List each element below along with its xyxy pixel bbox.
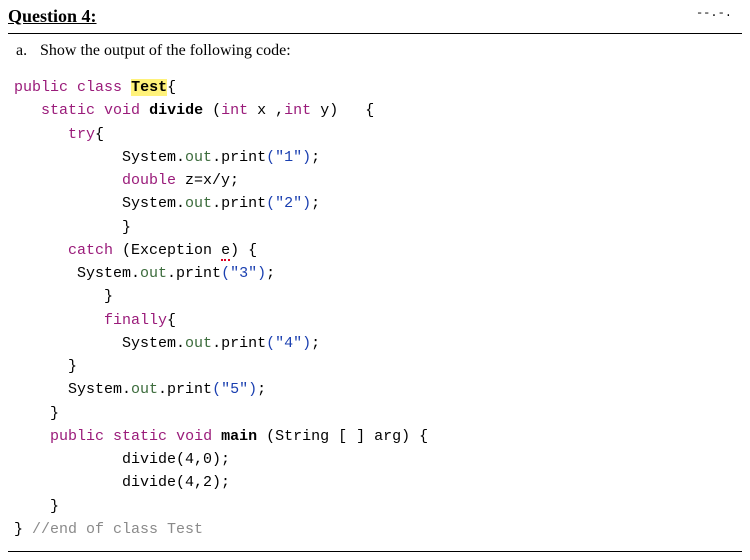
- kw-public: public: [14, 79, 68, 96]
- str-4: ("4"): [266, 335, 311, 352]
- system: System.: [122, 195, 185, 212]
- kw-class: class: [77, 79, 122, 96]
- out: out: [140, 265, 167, 282]
- class-name: Test: [131, 79, 167, 96]
- system: System.: [77, 265, 140, 282]
- brace: }: [50, 498, 59, 515]
- kw-double: double: [122, 172, 176, 189]
- out: out: [185, 335, 212, 352]
- brace: {: [167, 312, 176, 329]
- brace: {: [167, 79, 176, 96]
- close-paren: ): [329, 102, 365, 119]
- paren: (: [203, 102, 221, 119]
- print: .print: [212, 195, 266, 212]
- exc-open: (Exception: [122, 242, 221, 259]
- out: out: [185, 149, 212, 166]
- brace: }: [122, 219, 131, 236]
- stray-mark: --.-.: [696, 6, 732, 20]
- system: System.: [68, 381, 131, 398]
- comma: ,: [266, 102, 284, 119]
- param-x: x: [257, 102, 266, 119]
- system: System.: [122, 149, 185, 166]
- out: out: [185, 195, 212, 212]
- kw-static: static: [41, 102, 95, 119]
- brace: }: [14, 521, 23, 538]
- system: System.: [122, 335, 185, 352]
- kw-static: static: [113, 428, 167, 445]
- semi: ;: [266, 265, 275, 282]
- sub-letter: a.: [16, 42, 36, 60]
- brace: {: [365, 102, 374, 119]
- exc-close: ) {: [230, 242, 257, 259]
- print: .print: [167, 265, 221, 282]
- semi: ;: [311, 335, 320, 352]
- end-comment: //end of class Test: [32, 521, 203, 538]
- method-name: divide: [149, 102, 203, 119]
- kw-void: void: [104, 102, 140, 119]
- call-2: divide(4,2);: [122, 474, 230, 491]
- kw-void: void: [176, 428, 212, 445]
- semi: ;: [311, 195, 320, 212]
- e-var: e: [221, 242, 230, 261]
- question-frame: a. Show the output of the following code…: [8, 33, 742, 552]
- semi: ;: [311, 149, 320, 166]
- brace: }: [104, 288, 113, 305]
- str-3: ("3"): [221, 265, 266, 282]
- semi: ;: [257, 381, 266, 398]
- brace: {: [95, 126, 104, 143]
- print: .print: [158, 381, 212, 398]
- kw-int: int: [221, 102, 248, 119]
- print: .print: [212, 149, 266, 166]
- param-y: y: [320, 102, 329, 119]
- sub-text: Show the output of the following code:: [40, 42, 291, 59]
- z-decl: z=x/y;: [176, 172, 239, 189]
- main-name: main: [221, 428, 257, 445]
- call-1: divide(4,0);: [122, 451, 230, 468]
- code-block: public class Test{ static void divide (i…: [14, 76, 736, 541]
- kw-public: public: [50, 428, 104, 445]
- str-1: ("1"): [266, 149, 311, 166]
- out: out: [131, 381, 158, 398]
- print: .print: [212, 335, 266, 352]
- brace: }: [68, 358, 77, 375]
- sub-item-a: a. Show the output of the following code…: [16, 42, 736, 60]
- kw-try: try: [68, 126, 95, 143]
- kw-finally: finally: [104, 312, 167, 329]
- page: --.-. Question 4: a. Show the output of …: [0, 0, 750, 560]
- str-2: ("2"): [266, 195, 311, 212]
- brace: }: [50, 405, 59, 422]
- kw-int: int: [284, 102, 311, 119]
- main-args: (String [ ] arg) {: [257, 428, 428, 445]
- kw-catch: catch: [68, 242, 113, 259]
- str-5: ("5"): [212, 381, 257, 398]
- question-heading: Question 4:: [8, 6, 742, 27]
